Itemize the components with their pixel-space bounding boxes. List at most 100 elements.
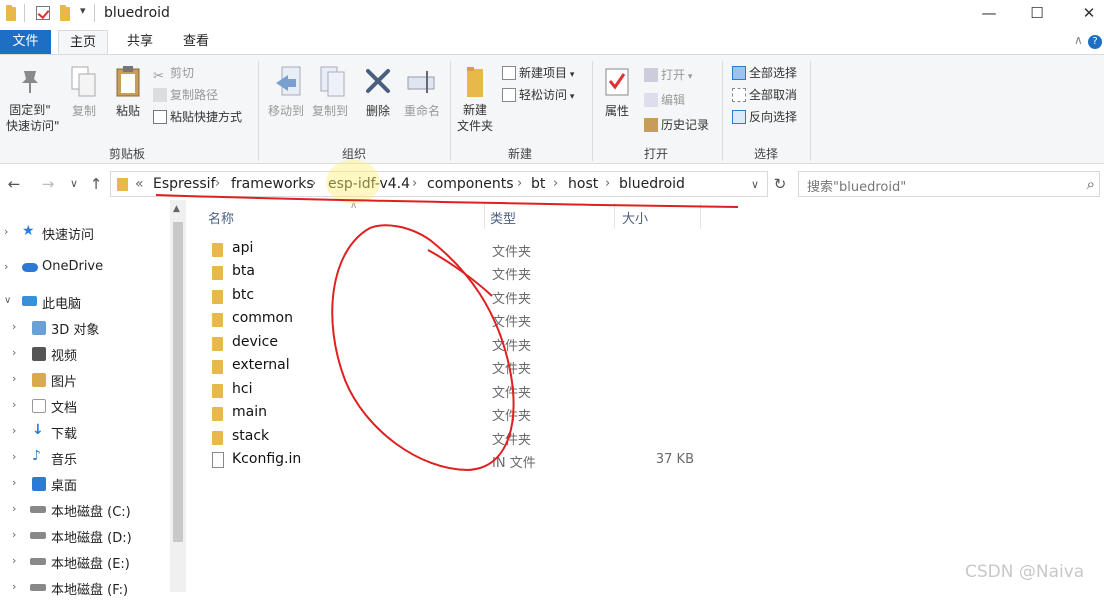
sidebar-item-drive-e[interactable]: › 本地磁盘 (E:) xyxy=(0,552,170,574)
search-input[interactable]: 搜索"bluedroid" xyxy=(807,176,906,195)
file-row[interactable]: api 文件夹 xyxy=(204,238,724,261)
file-row[interactable]: bta 文件夹 xyxy=(204,261,724,284)
back-button[interactable]: ← xyxy=(4,173,24,195)
collapse-chevron-icon[interactable]: ∨ xyxy=(4,295,11,306)
copy-to-button[interactable]: 复制到 xyxy=(308,102,352,119)
breadcrumb-components[interactable]: components xyxy=(427,176,514,192)
sidebar-item-drive-c[interactable]: › 本地磁盘 (C:) xyxy=(0,500,170,522)
sidebar-item-quick-access[interactable]: › ★ 快速访问 xyxy=(0,223,170,245)
ribbon-collapse-button[interactable]: ∧ xyxy=(1074,33,1083,47)
forward-button[interactable]: → xyxy=(38,173,58,195)
delete-button[interactable]: 删除 xyxy=(360,102,396,119)
sidebar-item-pictures[interactable]: › 图片 xyxy=(0,370,170,392)
history-button[interactable]: 历史记录 xyxy=(644,116,709,133)
sidebar-item-desktop[interactable]: › 桌面 xyxy=(0,474,170,496)
move-to-button[interactable]: 移动到 xyxy=(264,102,308,119)
sidebar-item-drive-f[interactable]: › 本地磁盘 (F:) xyxy=(0,578,170,600)
expand-chevron-icon[interactable]: › xyxy=(12,528,16,541)
expand-chevron-icon[interactable]: › xyxy=(12,580,16,593)
file-name: api xyxy=(232,240,254,256)
close-button[interactable]: ✕ xyxy=(1066,0,1104,28)
recent-locations-button[interactable]: ∨ xyxy=(64,173,84,195)
scroll-up-icon[interactable]: ▲ xyxy=(173,204,180,214)
paste-icon xyxy=(115,64,141,102)
file-row[interactable]: hci 文件夹 xyxy=(204,379,724,402)
expand-chevron-icon[interactable]: › xyxy=(12,450,16,463)
expand-chevron-icon[interactable]: › xyxy=(12,424,16,437)
expand-chevron-icon[interactable]: › xyxy=(4,260,8,273)
rename-button[interactable]: 重命名 xyxy=(400,102,444,119)
help-button[interactable]: ? xyxy=(1088,35,1102,49)
sidebar-item-videos[interactable]: › 视频 xyxy=(0,344,170,366)
address-dropdown-button[interactable]: ∨ xyxy=(751,178,759,191)
properties-quick-access-icon[interactable] xyxy=(36,6,50,20)
minimize-button[interactable]: — xyxy=(966,0,1012,28)
new-item-button[interactable]: 新建项目 ▾ xyxy=(502,64,574,81)
sidebar-item-drive-d[interactable]: › 本地磁盘 (D:) xyxy=(0,526,170,548)
paste-shortcut-button[interactable]: 粘贴快捷方式 xyxy=(153,108,242,125)
properties-button[interactable]: 属性 xyxy=(600,102,634,119)
column-divider[interactable] xyxy=(484,203,485,229)
file-row[interactable]: device 文件夹 xyxy=(204,332,724,355)
breadcrumb-bt[interactable]: bt xyxy=(531,176,545,192)
maximize-button[interactable]: ☐ xyxy=(1014,0,1060,28)
sidebar-item-label: 本地磁盘 (C:) xyxy=(51,505,131,520)
file-row[interactable]: common 文件夹 xyxy=(204,308,724,331)
edit-button[interactable]: 编辑 xyxy=(644,91,685,108)
search-box[interactable]: 搜索"bluedroid" ⌕ xyxy=(798,171,1100,197)
copy-path-button[interactable]: 复制路径 xyxy=(153,86,218,103)
tab-view[interactable]: 查看 xyxy=(172,30,220,54)
column-header-size[interactable]: 大小 xyxy=(622,208,648,227)
file-row[interactable]: external 文件夹 xyxy=(204,355,724,378)
pin-to-quick-access-button[interactable]: 固定到" 快速访问" xyxy=(6,102,60,134)
refresh-button[interactable]: ↻ xyxy=(770,173,790,195)
expand-chevron-icon[interactable]: › xyxy=(12,476,16,489)
column-divider[interactable] xyxy=(700,203,701,229)
breadcrumb-frameworks[interactable]: frameworks xyxy=(231,176,314,192)
expand-chevron-icon[interactable]: › xyxy=(12,502,16,515)
sidebar-item-3d-objects[interactable]: › 3D 对象 xyxy=(0,318,170,340)
quick-access-dropdown[interactable]: ▾ xyxy=(80,4,86,17)
up-button[interactable]: ↑ xyxy=(86,173,106,195)
scrollbar-thumb[interactable] xyxy=(173,222,183,542)
tab-share[interactable]: 共享 xyxy=(116,30,164,54)
cut-button[interactable]: ✂ 剪切 xyxy=(153,64,194,84)
file-row[interactable]: main 文件夹 xyxy=(204,402,724,425)
new-folder-button[interactable]: 新建 文件夹 xyxy=(452,102,498,134)
open-button[interactable]: 打开 ▾ xyxy=(644,66,692,83)
expand-chevron-icon[interactable]: › xyxy=(4,225,8,238)
expand-chevron-icon[interactable]: › xyxy=(12,372,16,385)
address-bar[interactable]: « Espressif › frameworks › esp-idf-v4.4 … xyxy=(110,171,768,197)
tab-home[interactable]: 主页 xyxy=(58,30,108,54)
column-header-type[interactable]: 类型 xyxy=(490,208,516,227)
column-divider[interactable] xyxy=(614,203,615,229)
paste-button[interactable]: 粘贴 xyxy=(108,102,148,119)
breadcrumb-host[interactable]: host xyxy=(568,176,598,192)
new-folder-quick-access-icon[interactable] xyxy=(60,5,70,21)
breadcrumb-separator: › xyxy=(311,176,317,191)
select-none-button[interactable]: 全部取消 xyxy=(732,86,797,103)
sidebar-item-music[interactable]: › ♪ 音乐 xyxy=(0,448,170,470)
sidebar-item-onedrive[interactable]: › OneDrive xyxy=(0,258,170,280)
breadcrumb-bluedroid[interactable]: bluedroid xyxy=(619,176,685,192)
file-row[interactable]: stack 文件夹 xyxy=(204,426,724,449)
sidebar-item-documents[interactable]: › 文档 xyxy=(0,396,170,418)
easy-access-button[interactable]: 轻松访问 ▾ xyxy=(502,86,574,103)
invert-selection-button[interactable]: 反向选择 xyxy=(732,108,797,125)
tab-file[interactable]: 文件 xyxy=(0,30,51,54)
sidebar-item-this-pc[interactable]: ∨ 此电脑 xyxy=(0,292,170,314)
select-all-button[interactable]: 全部选择 xyxy=(732,64,797,81)
copy-button[interactable]: 复制 xyxy=(64,102,104,119)
breadcrumb-overflow[interactable]: « xyxy=(135,176,144,192)
expand-chevron-icon[interactable]: › xyxy=(12,398,16,411)
expand-chevron-icon[interactable]: › xyxy=(12,554,16,567)
expand-chevron-icon[interactable]: › xyxy=(12,320,16,333)
breadcrumb-espressif[interactable]: Espressif xyxy=(153,176,216,192)
search-icon[interactable]: ⌕ xyxy=(1087,175,1095,193)
column-header-name[interactable]: 名称 xyxy=(208,208,234,227)
file-row[interactable]: btc 文件夹 xyxy=(204,285,724,308)
expand-chevron-icon[interactable]: › xyxy=(12,346,16,359)
navigation-pane-scrollbar[interactable]: ▲ xyxy=(170,200,186,592)
file-row[interactable]: Kconfig.in IN 文件 37 KB xyxy=(204,449,724,472)
sidebar-item-downloads[interactable]: › ↓ 下载 xyxy=(0,422,170,444)
